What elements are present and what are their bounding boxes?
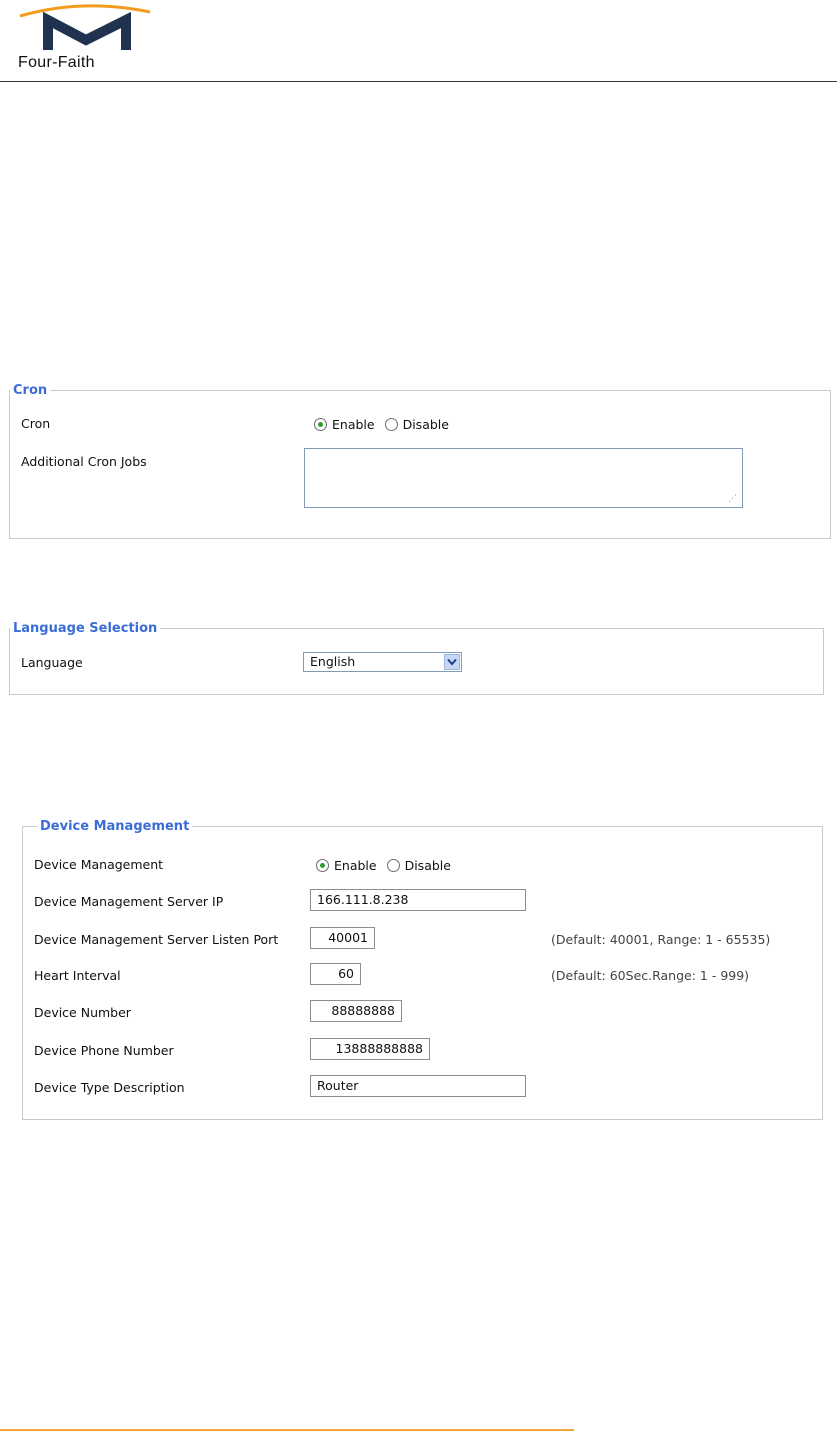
heart-interval-hint: (Default: 60Sec.Range: 1 - 999) (551, 968, 750, 983)
four-faith-logo: Four-Faith (16, 4, 156, 74)
language-label: Language (21, 655, 83, 670)
device-number-label: Device Number (34, 1005, 131, 1020)
listen-port-label: Device Management Server Listen Port (34, 932, 279, 947)
cron-disable-label: Disable (402, 417, 449, 432)
device-management-disable-radio[interactable] (386, 859, 400, 872)
language-legend: Language Selection (13, 621, 158, 636)
cron-legend: Cron (13, 383, 48, 398)
device-management-enable-radio[interactable] (316, 859, 329, 872)
heart-interval-label: Heart Interval (34, 968, 121, 983)
additional-cron-jobs-textarea[interactable]: ⋰ (304, 448, 743, 508)
device-phone-input[interactable]: 13888888888 (310, 1038, 430, 1060)
cron-disable-radio[interactable] (384, 418, 398, 431)
device-number-input[interactable]: 88888888 (310, 1000, 402, 1022)
device-management-legend: Device Management (40, 819, 190, 834)
device-management-radio-group: Enable Disable (316, 858, 461, 873)
device-management-enable-label: Enable (334, 858, 377, 873)
footer-divider (0, 1429, 574, 1431)
language-select[interactable]: English (303, 652, 462, 672)
device-management-disable-label: Disable (404, 858, 451, 873)
cron-radio-group: Enable Disable (314, 417, 459, 432)
server-ip-label: Device Management Server IP (34, 894, 224, 909)
header-divider (0, 81, 837, 82)
brand-name: Four-Faith (18, 54, 95, 71)
heart-interval-input[interactable]: 60 (310, 963, 361, 985)
listen-port-input[interactable]: 40001 (310, 927, 375, 949)
cron-label: Cron (21, 416, 51, 431)
device-management-label: Device Management (34, 857, 164, 872)
additional-cron-jobs-label: Additional Cron Jobs (21, 454, 147, 469)
listen-port-hint: (Default: 40001, Range: 1 - 65535) (551, 932, 771, 947)
device-type-label: Device Type Description (34, 1080, 185, 1095)
device-phone-label: Device Phone Number (34, 1043, 174, 1058)
language-selected-value: English (310, 654, 356, 669)
cron-enable-radio[interactable] (314, 418, 327, 431)
resize-grip-icon[interactable]: ⋰ (728, 494, 738, 504)
server-ip-input[interactable]: 166.111.8.238 (310, 889, 526, 911)
chevron-down-icon[interactable] (444, 654, 460, 670)
device-type-input[interactable]: Router (310, 1075, 526, 1097)
cron-enable-label: Enable (332, 417, 375, 432)
logo-mark-icon (19, 4, 151, 50)
